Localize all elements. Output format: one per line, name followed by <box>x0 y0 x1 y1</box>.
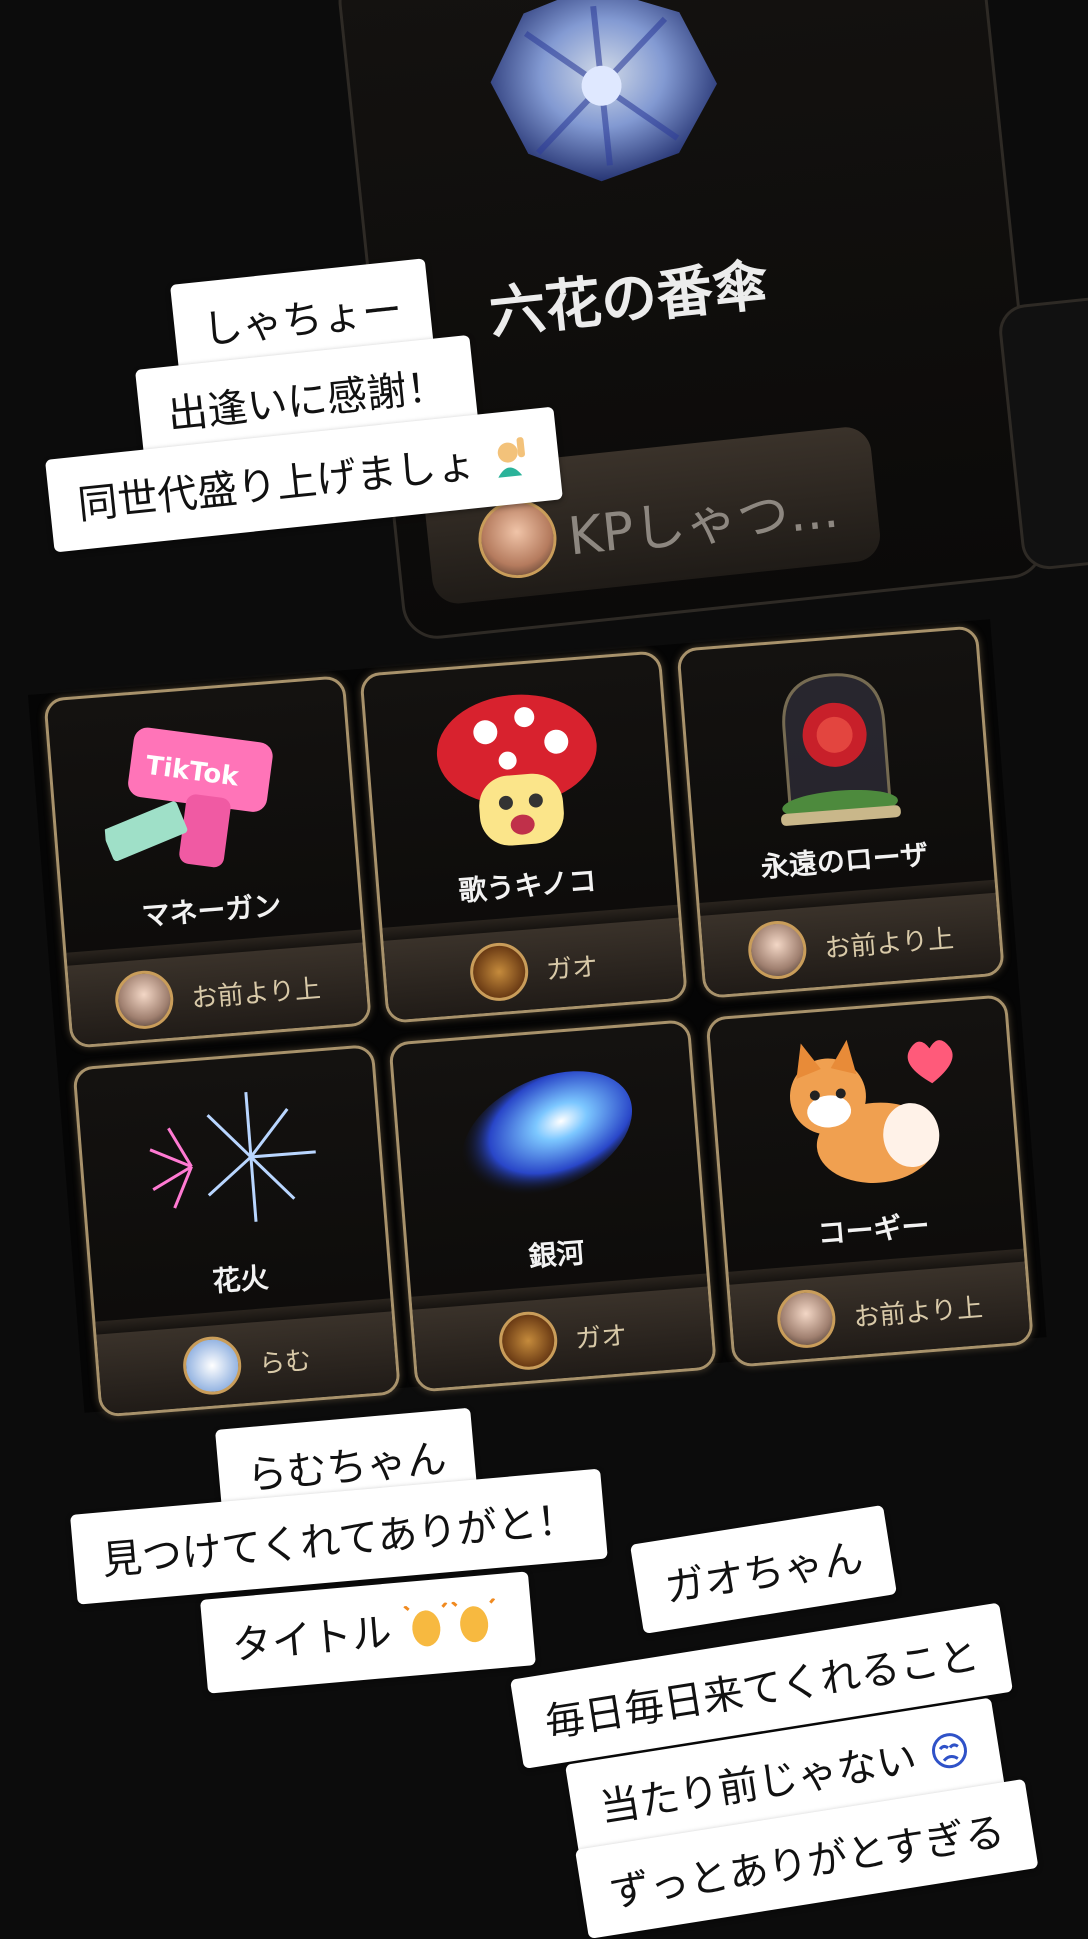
galaxy-icon <box>441 1051 653 1226</box>
gift-card-money-gun[interactable]: TikTok マネーガン お前より上 <box>43 675 372 1049</box>
fireworks-icon <box>125 1076 337 1251</box>
gift-name: コーギー <box>816 1208 931 1251</box>
caption-text: 見つけてくれてありがと！ <box>100 1496 579 1585</box>
gift-name: 歌うキノコ <box>457 864 598 908</box>
caption-text: ガオちゃん <box>661 1535 867 1612</box>
gift-card-galaxy[interactable]: 銀河 ガオ <box>388 1019 718 1393</box>
avatar[interactable] <box>497 1309 560 1372</box>
caption-ramu-line3: タイトル <box>200 1571 536 1694</box>
gift-card-fireworks[interactable]: 花火 らむ <box>72 1043 401 1418</box>
clapping-hands-icon <box>402 1597 506 1661</box>
sender-name: ガオ <box>574 1320 629 1355</box>
gift-card-singing-mushroom[interactable]: 歌うキノコ ガオ <box>359 650 688 1024</box>
gift-name: 花火 <box>211 1260 270 1299</box>
gift-name: マネーガン <box>140 888 283 933</box>
singing-mushroom-icon <box>412 682 624 857</box>
avatar[interactable] <box>775 1287 838 1351</box>
avatar[interactable] <box>467 940 531 1004</box>
avatar[interactable] <box>113 968 176 1031</box>
caption-text: しゃちょー <box>200 287 405 354</box>
person-raising-hand-icon <box>486 434 533 490</box>
avatar[interactable] <box>180 1334 244 1397</box>
sender-name: お前より上 <box>823 923 955 964</box>
crying-face-icon <box>925 1727 975 1785</box>
sender-name: お前より上 <box>852 1292 984 1333</box>
money-gun-icon: TikTok <box>96 707 308 882</box>
hero-sender-name: KPしゃつ... <box>565 479 842 568</box>
gift-name: 永遠のローザ <box>759 837 930 884</box>
sender-name: お前より上 <box>190 973 322 1014</box>
gift-card-corgi[interactable]: コーギー お前より上 <box>705 994 1035 1368</box>
sender-name: ガオ <box>545 951 600 986</box>
caption-gao-line1: ガオちゃん <box>630 1504 897 1634</box>
sender-name: らむ <box>258 1345 313 1380</box>
caption-text: タイトル <box>230 1609 394 1670</box>
hero-gift-card[interactable]: 六花の番傘 KPしゃつ... <box>335 0 1049 643</box>
snow-umbrella-icon <box>462 0 741 199</box>
avatar[interactable] <box>474 496 561 582</box>
avatar[interactable] <box>746 918 809 982</box>
gift-card-eternal-rose[interactable]: 永遠のローザ お前より上 <box>676 625 1005 999</box>
gift-name: 銀河 <box>527 1236 586 1274</box>
gift-grid: TikTok マネーガン お前より上 歌うキノコ ガオ 永遠のローザ お前より上… <box>28 619 1047 1418</box>
corgi-icon <box>758 1026 970 1201</box>
eternal-rose-icon <box>729 657 941 832</box>
